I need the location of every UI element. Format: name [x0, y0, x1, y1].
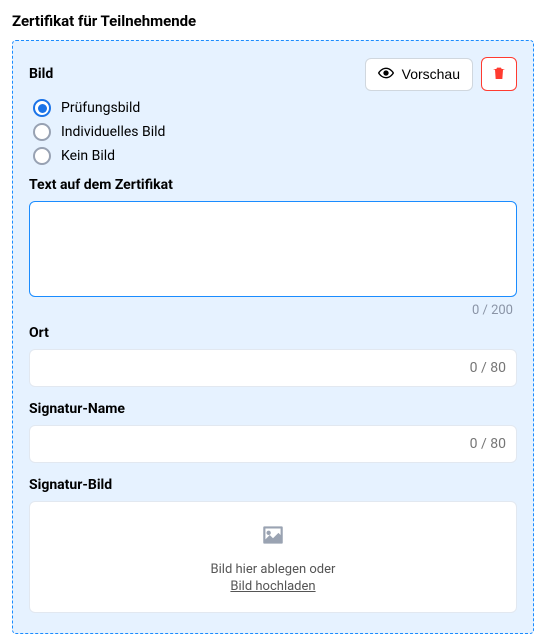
image-icon — [30, 522, 516, 562]
drop-text: Bild hier ablegen oder — [30, 562, 516, 577]
radio-option-pruefungsbild[interactable]: Prüfungsbild — [33, 99, 517, 117]
delete-button[interactable] — [481, 57, 517, 91]
bild-radio-group: Prüfungsbild Individuelles Bild Kein Bil… — [33, 99, 517, 165]
sig-name-input[interactable] — [29, 425, 517, 463]
radio-label: Individuelles Bild — [61, 124, 165, 140]
section-title: Zertifikat für Teilnehmende — [12, 12, 534, 30]
text-cert-label: Text auf dem Zertifikat — [29, 177, 517, 193]
text-cert-textarea[interactable] — [29, 201, 517, 297]
radio-input[interactable] — [33, 123, 51, 141]
trash-icon — [491, 65, 507, 84]
sig-name-label: Signatur-Name — [29, 401, 517, 417]
radio-label: Prüfungsbild — [61, 100, 140, 116]
preview-label: Vorschau — [402, 66, 460, 82]
ort-label: Ort — [29, 325, 517, 341]
signature-dropzone[interactable]: Bild hier ablegen oder Bild hochladen — [29, 501, 517, 613]
preview-button[interactable]: Vorschau — [365, 58, 473, 91]
radio-option-kein-bild[interactable]: Kein Bild — [33, 147, 517, 165]
eye-icon — [378, 65, 394, 84]
radio-label: Kein Bild — [61, 148, 115, 164]
radio-option-individuelles-bild[interactable]: Individuelles Bild — [33, 123, 517, 141]
ort-input[interactable] — [29, 349, 517, 387]
certificate-panel: Bild Vorschau Prüfungsbild — [12, 40, 534, 634]
text-cert-counter: 0 / 200 — [29, 303, 513, 321]
radio-input[interactable] — [33, 147, 51, 165]
sig-bild-label: Signatur-Bild — [29, 477, 517, 493]
radio-input[interactable] — [33, 99, 51, 117]
upload-link[interactable]: Bild hochladen — [230, 579, 315, 594]
bild-label: Bild — [29, 66, 53, 82]
